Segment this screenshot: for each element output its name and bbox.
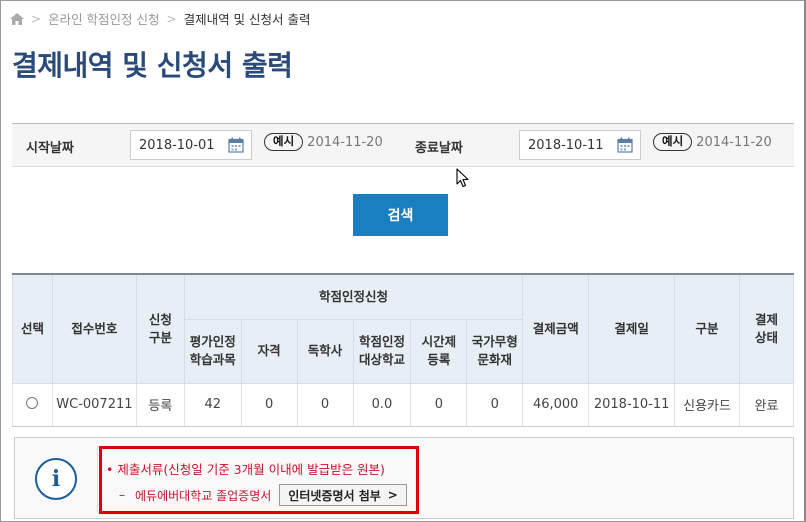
cell-credit-school: 0.0 (352, 382, 412, 427)
start-date-example: 예시 2014-11-20 (264, 133, 383, 151)
cell-pay-status: 완료 (738, 382, 795, 427)
start-date-value: 2018-10-01 (139, 137, 215, 153)
example-value: 2014-11-20 (696, 134, 772, 150)
end-date-input[interactable]: 2018-10-11 (519, 130, 641, 160)
header-pay-status: 결제 상태 (738, 273, 795, 384)
attach-internet-cert-button[interactable]: 인터넷증명서 첨부 > (279, 484, 407, 506)
info-icon: i (35, 458, 77, 500)
home-icon[interactable] (10, 12, 24, 25)
calendar-icon[interactable] (617, 137, 633, 153)
row-select-cell (12, 382, 53, 427)
chevron-right-icon: > (387, 488, 398, 502)
graduation-cert-text: 에듀에버대학교 졸업증명서 (135, 488, 272, 503)
header-license: 자격 (240, 318, 298, 384)
header-amount: 결제금액 (522, 273, 590, 384)
breadcrumb-item-current: 결제내역 및 신청서 출력 (183, 12, 311, 27)
header-pay-date: 결제일 (588, 273, 676, 384)
end-date-value: 2018-10-11 (528, 137, 604, 153)
end-date-example: 예시 2014-11-20 (653, 133, 772, 151)
divider (97, 446, 98, 512)
example-tag: 예시 (653, 133, 693, 151)
header-self-study: 독학사 (296, 318, 354, 384)
header-apply-type: 신청 구분 (135, 273, 185, 384)
breadcrumb-item-apply[interactable]: 온라인 학점인정 신청 (48, 9, 159, 28)
required-docs-text: • 제출서류(신청일 기준 3개월 이내에 발급받은 원본) (106, 462, 385, 477)
cell-amount: 46,000 (522, 382, 590, 427)
row-select-radio[interactable] (26, 396, 39, 409)
required-doc-item: – 에듀에버대학교 졸업증명서 인터넷증명서 첨부 > (119, 484, 407, 506)
payment-table: 선택 접수번호 신청 구분 학점인정신청 결제금액 결제일 구분 결제 상태 평… (12, 273, 795, 427)
breadcrumb: > 온라인 학점인정 신청 > 결제내역 및 신청서 출력 (10, 9, 311, 28)
cell-apply-type: 등록 (135, 382, 185, 427)
example-tag: 예시 (264, 133, 304, 151)
cell-category: 신용카드 (674, 382, 740, 427)
cell-self-study: 0 (296, 382, 354, 427)
end-date-label: 종료날짜 (415, 141, 463, 156)
search-button[interactable]: 검색 (353, 194, 448, 236)
header-part-time: 시간제 등록 (410, 318, 468, 384)
header-receipt-no: 접수번호 (51, 273, 137, 384)
header-eval-course: 평가인정 학습과목 (183, 318, 242, 384)
calendar-icon[interactable] (228, 137, 244, 153)
attach-button-label: 인터넷증명서 첨부 (288, 488, 381, 503)
mouse-cursor-icon (456, 168, 469, 188)
breadcrumb-separator: > (31, 11, 42, 26)
cell-pay-date: 2018-10-11 (588, 382, 676, 427)
cell-heritage: 0 (466, 382, 524, 427)
table-row: WC-007211 등록 42 0 0 0.0 0 0 46,000 2018-… (12, 382, 795, 427)
search-panel: 시작날짜 2018-10-01 예시 2014-11-20 종료날짜 2018-… (12, 123, 794, 167)
page-title: 결제내역 및 신청서 출력 (12, 49, 293, 82)
start-date-input[interactable]: 2018-10-01 (130, 130, 252, 160)
info-box: i • 제출서류(신청일 기준 3개월 이내에 발급받은 원본) – 에듀에버대… (14, 437, 794, 519)
breadcrumb-separator: > (166, 11, 177, 26)
start-date-label: 시작날짜 (26, 141, 74, 156)
example-value: 2014-11-20 (307, 134, 383, 150)
cell-receipt-no: WC-007211 (51, 382, 137, 427)
cell-license: 0 (240, 382, 298, 427)
header-category: 구분 (674, 273, 740, 384)
list-dash: – (119, 488, 125, 502)
cell-part-time: 0 (410, 382, 468, 427)
header-select: 선택 (12, 273, 53, 384)
header-heritage: 국가무형 문화재 (466, 318, 524, 384)
header-credit-group: 학점인정신청 (183, 273, 524, 320)
header-credit-school: 학점인정 대상학교 (352, 318, 412, 384)
cell-eval-course: 42 (183, 382, 242, 427)
